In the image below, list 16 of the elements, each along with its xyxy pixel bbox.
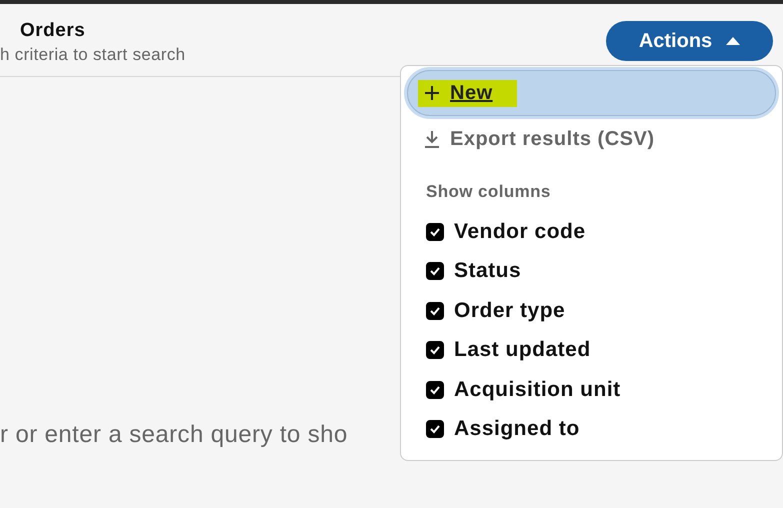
column-checkbox[interactable]: Order type	[426, 291, 774, 330]
download-icon	[424, 130, 440, 148]
column-checkbox[interactable]: Vendor code	[426, 212, 774, 252]
column-checkbox[interactable]: Assigned to	[426, 410, 774, 449]
section-heading: Show columns	[426, 182, 552, 202]
menu-item[interactable]: New	[407, 70, 776, 116]
plus-icon	[424, 85, 440, 101]
menu-item[interactable]: Export results (CSV)	[407, 116, 776, 162]
column-checkbox[interactable]: Acquisition unit	[426, 370, 774, 410]
caret-icon	[726, 37, 740, 45]
page-subtitle: h criteria to start search	[0, 45, 186, 65]
actions-button[interactable]: Actions	[606, 21, 773, 61]
column-checkbox[interactable]: Status	[426, 252, 774, 291]
empty-message: r or enter a search query to sho	[0, 421, 348, 449]
column-checkbox[interactable]: Last updated	[426, 330, 774, 370]
page-title: Orders	[20, 20, 86, 42]
